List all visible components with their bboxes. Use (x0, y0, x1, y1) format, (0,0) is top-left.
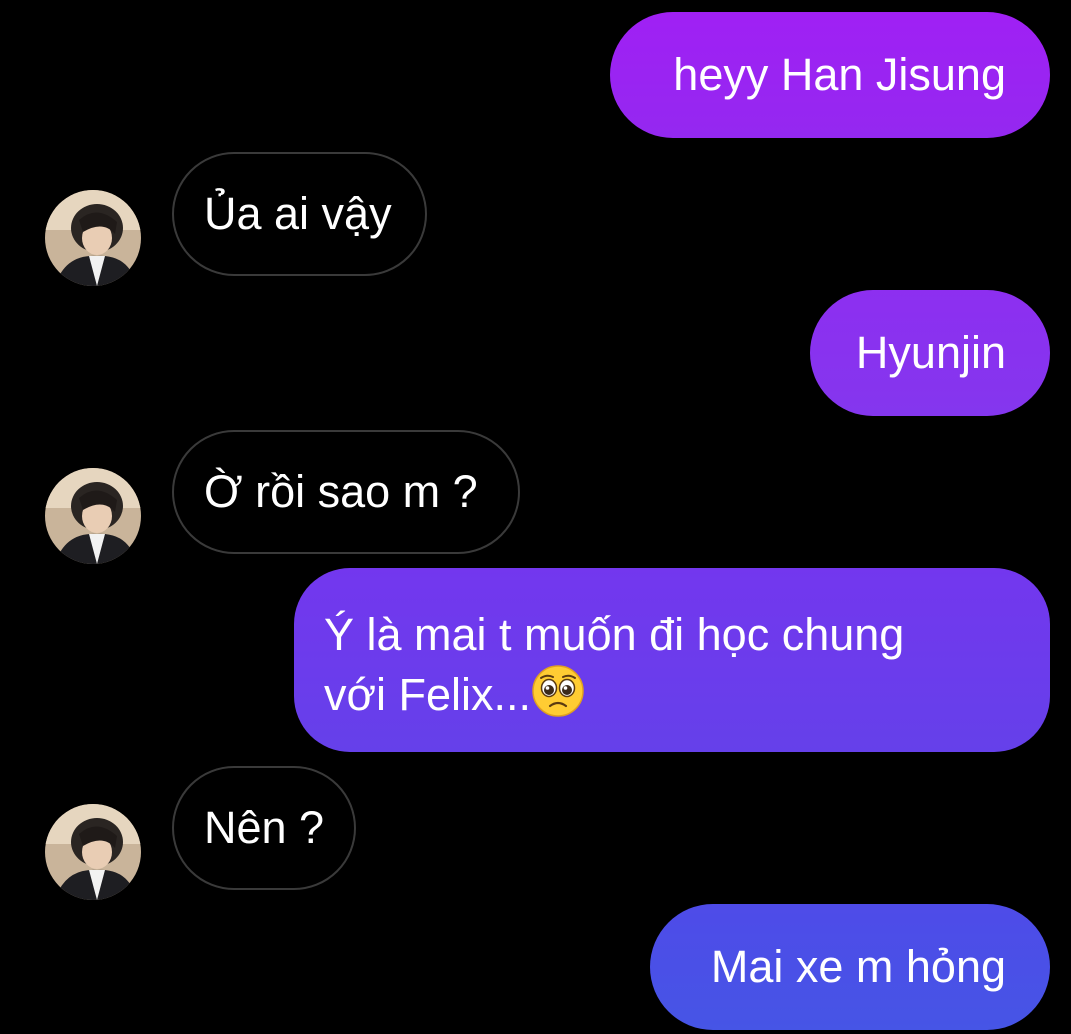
message-text: heyy Han Jisung (673, 49, 1006, 100)
pleading-face-icon (531, 664, 585, 718)
contact-avatar[interactable] (45, 190, 141, 286)
message-text: Ủa ai vậy (204, 188, 392, 239)
message-text: Mai xe m hỏng (710, 941, 1006, 992)
sent-message-bubble[interactable]: Ý là mai t muốn đi học chung với Felix..… (294, 568, 1050, 752)
message-text-line: với Felix... (324, 664, 1010, 724)
sent-message-bubble[interactable]: heyy Han Jisung (610, 12, 1050, 138)
received-message-bubble[interactable]: Ủa ai vậy (172, 152, 427, 276)
received-message-bubble[interactable]: Nên ? (172, 766, 356, 890)
sent-message-bubble[interactable]: Mai xe m hỏng (650, 904, 1050, 1030)
message-text: Hyunjin (855, 327, 1006, 378)
contact-avatar[interactable] (45, 468, 141, 564)
person-avatar-icon (45, 468, 141, 564)
person-avatar-icon (45, 190, 141, 286)
person-avatar-icon (45, 804, 141, 900)
message-text: với Felix... (324, 669, 532, 720)
received-message-bubble[interactable]: Ờ rồi sao m ? (172, 430, 520, 554)
message-thread: heyy Han Jisung Ủa ai vậy Hyunjin Ờ rồi … (0, 0, 1071, 1034)
message-text-line: Ý là mai t muốn đi học chung (324, 609, 905, 660)
message-text: Nên ? (204, 802, 325, 853)
sent-message-bubble[interactable]: Hyunjin (810, 290, 1050, 416)
message-text: Ờ rồi sao m ? (204, 466, 478, 517)
contact-avatar[interactable] (45, 804, 141, 900)
